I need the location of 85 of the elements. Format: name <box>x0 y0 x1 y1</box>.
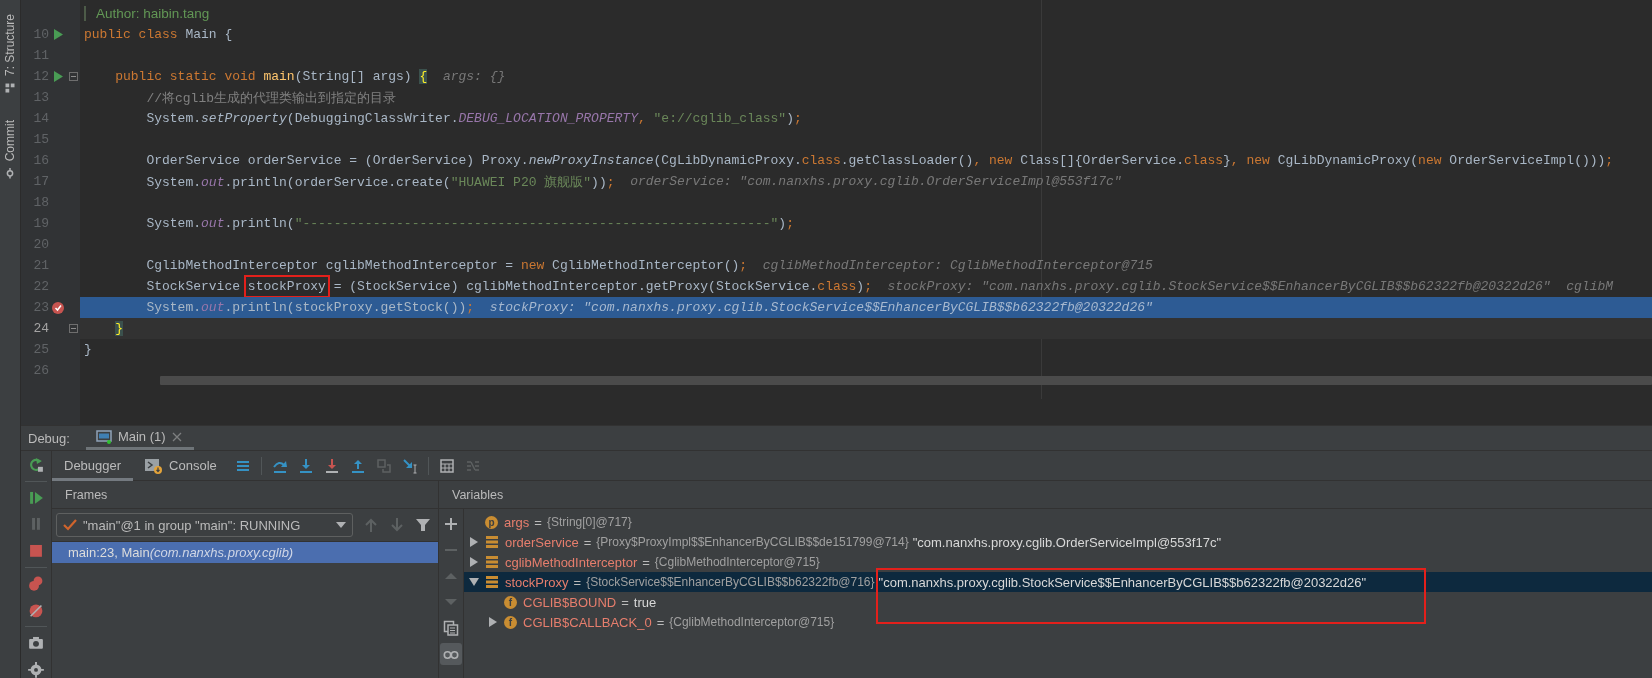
stop-icon[interactable] <box>28 543 44 559</box>
object-icon <box>486 536 498 548</box>
code-line: System.out.println(stockProxy.getStock()); <box>145 300 475 315</box>
variable-name: cglibMethodInterceptor <box>505 554 638 570</box>
parameter-icon: p <box>485 515 498 529</box>
variable-name: stockProxy <box>505 574 569 590</box>
cursor-arrow-icon[interactable] <box>401 457 418 474</box>
code-line: //将cglib生成的代理类输出到指定的目录 <box>145 89 397 107</box>
scrollbar[interactable] <box>160 376 1652 385</box>
variable-name: CGLIB$BOUND <box>523 594 617 610</box>
frame-item[interactable]: main:23, Main(com.nanxhs.proxy.cglib) <box>52 542 438 563</box>
tab[interactable]: Debugger <box>52 450 134 481</box>
operator: = <box>642 554 650 570</box>
variable-name: orderService <box>505 534 579 550</box>
down-arrow-icon[interactable] <box>323 457 340 474</box>
inline-hint: cglibM <box>1566 279 1614 294</box>
dropdown-arrow-icon <box>336 522 346 528</box>
collapsed-arrow-icon[interactable] <box>470 537 478 547</box>
inline-hint: args: {} <box>442 69 506 84</box>
inline-hint: stockProxy: "com.nanxhs.proxy.cglib.StockService$$EnhancerByCGLIB$$b62322fb@20322d26" <box>489 300 1153 315</box>
collapsed-arrow-icon[interactable] <box>470 557 478 567</box>
collapsed-arrow-icon[interactable] <box>489 617 497 627</box>
variable-type: {CglibMethodInterceptor@715} <box>669 615 835 629</box>
tool-window-tab[interactable]: Commit <box>0 118 20 182</box>
operator: = <box>621 594 629 610</box>
run-icon[interactable] <box>53 71 63 82</box>
camera-icon[interactable] <box>28 635 44 652</box>
panel-title: Debug: <box>27 430 71 446</box>
commit-icon[interactable] <box>4 167 16 180</box>
pane-title: Variables <box>452 487 504 502</box>
code-line: } <box>84 342 92 357</box>
tab[interactable]: Console <box>133 450 229 481</box>
line-number: 24 <box>32 321 49 336</box>
code-line: System.out.println(orderService.create("HUAWEI P20 旗舰版")); <box>145 173 615 191</box>
calculator-icon[interactable] <box>438 457 455 474</box>
operator: = <box>573 574 582 590</box>
thread-dropdown[interactable]: "main"@1 in group "main": RUNNING <box>56 513 353 537</box>
tool-window-tab[interactable]: 7: Structure <box>0 12 20 97</box>
console-icon <box>145 457 164 474</box>
object-icon <box>486 576 498 588</box>
rerun-icon[interactable] <box>28 457 44 473</box>
variable-type: {String[0]@717} <box>546 515 632 529</box>
code-line: OrderService orderService = (OrderService) Proxy.newProxyInstance(CgLibDynamicProxy.class.getClassLoader(), new Class[]{OrderService.class}, new CgLibDynamicProxy(new OrderServiceImpl())); <box>145 153 1614 168</box>
run-icon[interactable] <box>53 29 63 40</box>
doc-comment: Author: haibin.tang <box>84 6 210 21</box>
glasses-icon[interactable] <box>440 643 462 665</box>
variable-type: {StockService$$EnhancerByCGLIB$$b62322fb@716} <box>586 575 875 589</box>
session-tab[interactable]: Main (1) <box>85 426 194 450</box>
operator: = <box>583 534 592 550</box>
variable-value: true <box>633 594 657 610</box>
code-line: System.out.println("------------------------------------------------------------"); <box>145 216 794 231</box>
operator: = <box>534 514 542 530</box>
breakpoints-icon[interactable] <box>28 575 44 592</box>
settings-icon[interactable] <box>28 662 44 678</box>
operator: = <box>656 614 665 630</box>
inline-hint: stockProxy: "com.nanxhs.proxy.cglib.StockService$$EnhancerByCGLIB$$b62322fb@20322d26" <box>887 279 1551 294</box>
code-line: public class Main { <box>84 27 233 42</box>
resume-icon[interactable] <box>28 489 44 506</box>
variable-name: args <box>504 514 530 530</box>
down-arrow-icon[interactable] <box>297 457 314 474</box>
inline-hint: orderService: "com.nanxhs.proxy.cglib.OrderServiceImpl@553f17c" <box>630 174 1122 189</box>
fold-icon[interactable] <box>69 72 78 81</box>
code-line: CglibMethodInterceptor cglibMethodInterceptor = new CglibMethodInterceptor(); <box>145 258 748 273</box>
filter-icon[interactable] <box>415 517 431 533</box>
mute-breakpoints-icon[interactable] <box>28 602 44 619</box>
inline-hint: cglibMethodInterceptor: CglibMethodInterceptor@715 <box>762 258 1153 273</box>
variable-type: {Proxy$ProxyImpl$$EnhancerByCGLIB$$de151799@714} <box>596 535 909 549</box>
check-icon <box>63 519 77 531</box>
fold-icon[interactable] <box>69 324 78 333</box>
variable-value: "com.nanxhs.proxy.cglib.StockService$$EnhancerByCGLIB$$b62322fb@20322d26" <box>875 567 1427 624</box>
field-icon: f <box>504 595 517 609</box>
breakpoint-icon[interactable] <box>51 300 65 315</box>
field-icon: f <box>504 615 517 629</box>
expanded-arrow-icon[interactable] <box>469 578 479 586</box>
object-icon <box>486 556 498 568</box>
up-arrow-icon[interactable] <box>349 457 366 474</box>
code-line: public static void main(String[] args) { <box>114 69 428 84</box>
code-line: System.setProperty(DebuggingClassWriter.DEBUG_LOCATION_PROPERTY, "e://cglib_class"); <box>145 111 802 126</box>
variable-name: CGLIB$CALLBACK_0 <box>523 614 652 630</box>
structure-icon[interactable] <box>4 82 16 95</box>
window-icon <box>95 429 112 444</box>
close-icon[interactable] <box>171 431 182 442</box>
pane-title: Frames <box>65 487 108 502</box>
variable-value: "com.nanxhs.proxy.cglib.OrderServiceImpl@553f17c" <box>912 534 1221 550</box>
variable-type: {CglibMethodInterceptor@715} <box>654 555 820 569</box>
